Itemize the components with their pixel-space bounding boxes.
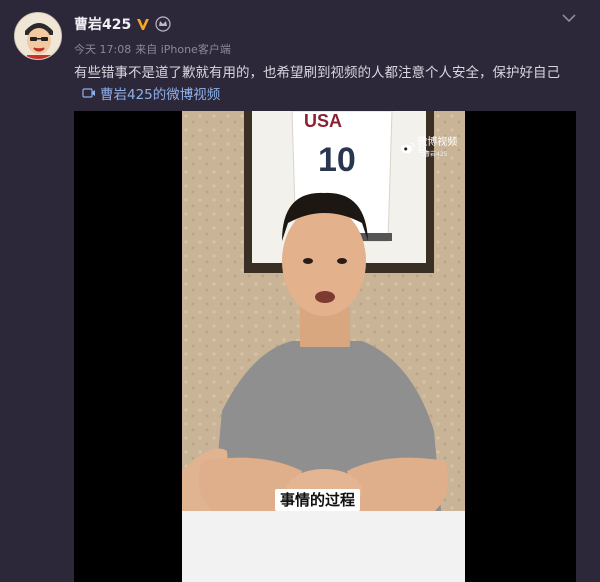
post-content: 有些错事不是道了歉就有用的，也希望刷到视频的人都注意个人安全，保护好自己 曹岩4… (74, 62, 579, 106)
avatar-illustration (15, 13, 61, 59)
watermark-sub: @曹岩425 (418, 151, 448, 158)
avatar[interactable] (14, 12, 62, 60)
video-link-label: 曹岩425的微博视频 (100, 87, 221, 103)
video-watermark: 微博视频号 @曹岩425 (400, 138, 465, 158)
video-icon (82, 84, 96, 106)
author-row: 曹岩425 (74, 14, 171, 34)
post-time[interactable]: 今天 17:08 (74, 41, 131, 57)
video-player[interactable]: 10 USA 微博视频号 @曹岩425 事情的过程 (74, 111, 576, 582)
author-name[interactable]: 曹岩425 (74, 14, 131, 34)
svg-text:USA: USA (304, 111, 342, 131)
weibo-post: 曹岩425 今天 17:08 来自 iPhone客户端 有些错事不是道了歉就有用… (0, 0, 600, 582)
post-source: 来自 iPhone客户端 (135, 43, 231, 56)
post-meta: 今天 17:08 来自 iPhone客户端 (74, 41, 231, 57)
weibo-logo-icon (400, 142, 415, 154)
post-text: 有些错事不是道了歉就有用的，也希望刷到视频的人都注意个人安全，保护好自己 (74, 65, 560, 81)
crown-icon[interactable] (155, 16, 171, 32)
svg-text:10: 10 (318, 141, 356, 179)
video-subtitle: 事情的过程 (275, 489, 361, 511)
v-verified-icon[interactable] (135, 16, 151, 32)
chevron-down-icon[interactable] (560, 10, 578, 24)
video-thumbnail: 10 USA (182, 111, 465, 582)
video-link[interactable]: 曹岩425的微博视频 (82, 84, 220, 106)
video-frame: 10 USA 微博视频号 @曹岩425 事情的过程 (182, 111, 465, 582)
